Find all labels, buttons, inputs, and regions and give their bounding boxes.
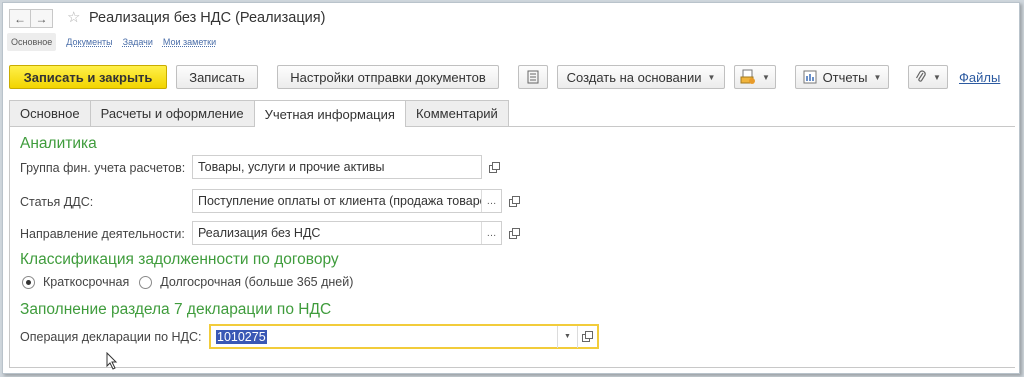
paperclip-icon [916,70,926,82]
vat-operation-value: 1010275 [216,329,267,344]
subtab-notes[interactable]: Мои заметки [163,37,216,47]
form-tabs: Основное Расчеты и оформление Учетная ин… [9,100,509,127]
chevron-down-icon: ▼ [564,333,571,340]
window-title: Реализация без НДС (Реализация) [89,10,326,26]
mouse-cursor-icon [106,352,118,370]
create-based-on-button[interactable]: Создать на основании ▼ [557,65,725,89]
debt-term-radio-group: Краткосрочная Долгосрочная (больше 365 д… [22,275,353,289]
fin-group-value: Товары, услуги и прочие активы [198,160,385,174]
chevron-down-icon: ▼ [762,72,770,82]
dds-field[interactable]: Поступление оплаты от клиента (продажа т… [192,189,502,213]
report-icon [803,70,817,84]
save-and-close-button[interactable]: Записать и закрыть [9,65,167,89]
classification-heading: Классификация задолженности по договору [20,251,339,268]
files-link[interactable]: Файлы [959,70,1000,85]
tab-main[interactable]: Основное [9,100,91,126]
tab-panel: Аналитика Группа фин. учета расчетов: То… [9,126,1015,370]
forward-button[interactable]: → [31,9,53,28]
tab-accounting-info[interactable]: Учетная информация [253,100,406,127]
list-icon [527,70,539,84]
section7-heading: Заполнение раздела 7 декларации по НДС [20,301,332,318]
fin-group-field[interactable]: Товары, услуги и прочие активы [192,155,482,179]
chevron-down-icon: ▼ [933,72,941,82]
fin-group-label: Группа фин. учета расчетов: [20,161,186,175]
chevron-down-icon: ▼ [707,72,716,82]
create-based-on-label: Создать на основании [566,69,702,85]
analytics-heading: Аналитика [20,135,97,152]
document-window: ← → ☆ Реализация без НДС (Реализация) Ос… [2,2,1020,374]
subtab-tasks[interactable]: Задачи [123,37,153,47]
direction-label: Направление деятельности: [20,227,185,241]
history-nav: ← → [9,9,53,28]
dds-label: Статья ДДС: [20,195,94,209]
command-bar: Записать и закрыть Записать Настройки от… [9,65,1015,91]
vat-operation-label: Операция декларации по НДС: [20,330,202,344]
direction-field[interactable]: Реализация без НДС … [192,221,502,245]
subtab-main[interactable]: Основное [7,33,57,51]
print-icon [740,69,756,84]
open-direction-button[interactable] [504,222,524,244]
save-button[interactable]: Записать [176,65,258,89]
vat-operation-dropdown-button[interactable]: ▼ [557,325,577,348]
print-button[interactable]: ▼ [734,65,776,89]
radio-short-term-label: Краткосрочная [43,275,130,289]
reports-label: Отчеты [822,69,868,85]
radio-short-term[interactable] [22,275,35,289]
select-dds-button[interactable]: … [481,190,501,212]
chevron-down-icon: ▼ [873,72,882,82]
open-window-icon [508,195,520,207]
tab-payments[interactable]: Расчеты и оформление [89,100,255,126]
arrow-right-icon: → [35,11,48,26]
star-icon[interactable]: ☆ [67,9,80,27]
open-window-icon [582,331,593,342]
radio-long-term[interactable] [139,275,153,289]
open-dds-button[interactable] [504,190,524,212]
radio-long-term-label: Долгосрочная (больше 365 дней) [160,275,354,289]
send-settings-button[interactable]: Настройки отправки документов [277,65,499,89]
direction-value: Реализация без НДС [198,226,321,240]
open-fin-group-button[interactable] [484,156,504,178]
tab-comment[interactable]: Комментарий [404,100,509,126]
open-window-icon [488,161,500,173]
open-vat-operation-button[interactable] [577,325,597,348]
reports-button[interactable]: Отчеты ▼ [795,65,889,89]
subtab-documents[interactable]: Документы [66,37,112,47]
attach-button[interactable]: ▼ [908,65,948,89]
form-sections: Основное Документы Задачи Мои заметки [7,33,226,51]
back-button[interactable]: ← [9,9,31,28]
document-list-button[interactable] [518,65,548,89]
open-window-icon [508,227,520,239]
arrow-left-icon: ← [14,11,26,26]
vat-operation-field[interactable]: 1010275 ▼ [209,324,599,349]
dds-value: Поступление оплаты от клиента (продажа т… [198,194,481,208]
select-direction-button[interactable]: … [481,222,501,244]
